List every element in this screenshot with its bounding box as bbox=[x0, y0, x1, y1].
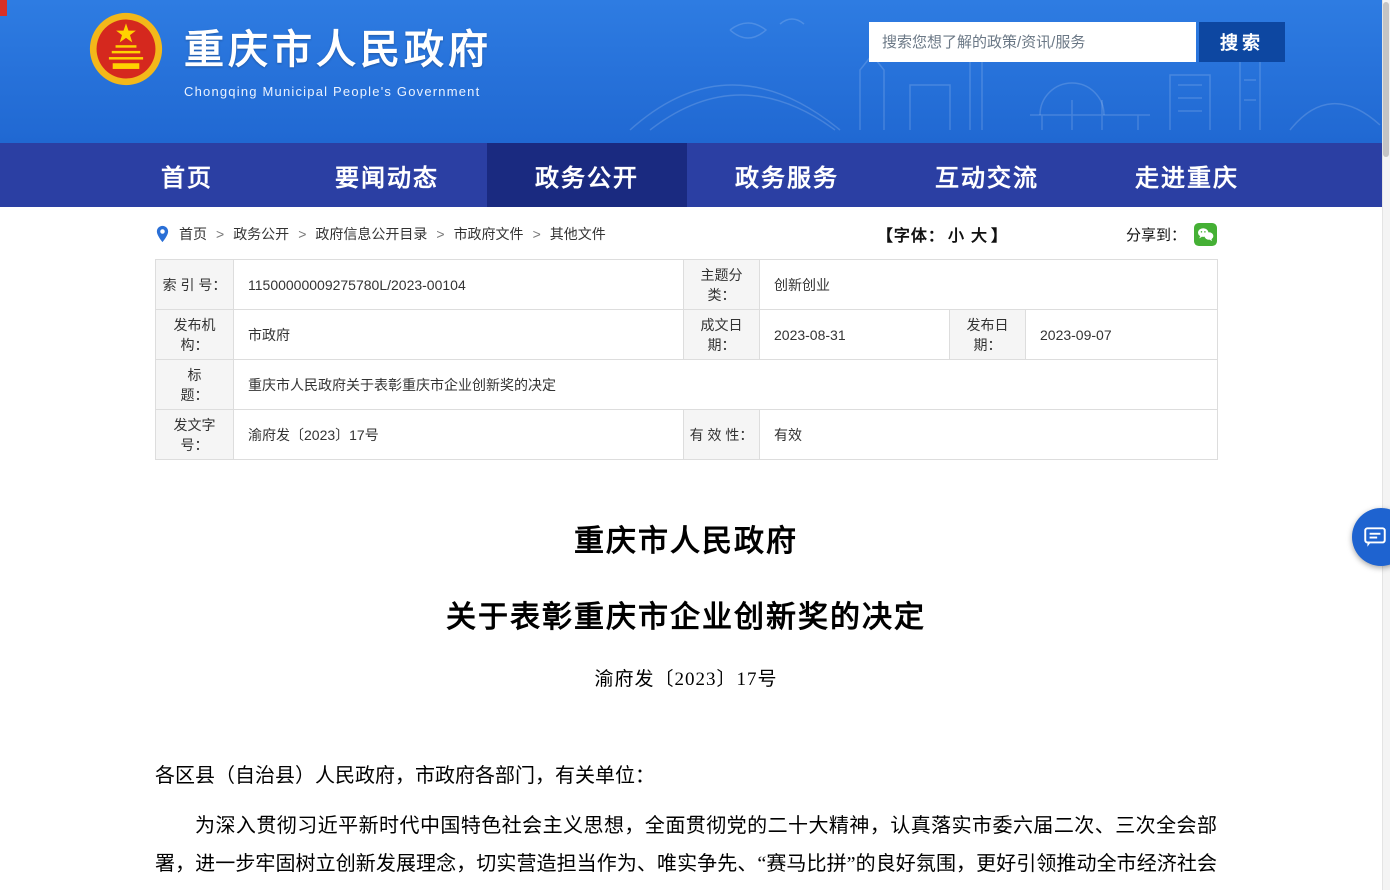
meta-written-date-label: 成文日期： bbox=[684, 310, 760, 360]
font-large-button[interactable]: 大 bbox=[971, 228, 988, 245]
meta-agency-label: 发布机构： bbox=[156, 310, 234, 360]
meta-written-date-value: 2023-08-31 bbox=[760, 310, 950, 360]
header-search: 搜索 bbox=[869, 22, 1285, 62]
main-nav-items: 首页 要闻动态 政务公开 政务服务 互动交流 走进重庆 bbox=[87, 143, 1287, 207]
site-header: 重庆市人民政府 Chongqing Municipal People's Gov… bbox=[0, 0, 1390, 143]
breadcrumb-item-other-documents[interactable]: 其他文件 bbox=[524, 224, 606, 244]
meta-index-label: 索 引 号： bbox=[156, 260, 234, 310]
search-button[interactable]: 搜索 bbox=[1199, 22, 1285, 62]
meta-row-4: 发文字号： 渝府发〔2023〕17号 有 效 性： 有效 bbox=[156, 410, 1218, 460]
meta-title-value: 重庆市人民政府关于表彰重庆市企业创新奖的决定 bbox=[234, 360, 1218, 410]
national-emblem-icon bbox=[88, 11, 164, 87]
document-meta-table: 索 引 号： 11500000009275780L/2023-00104 主题分… bbox=[155, 259, 1218, 460]
article-title-line2: 关于表彰重庆市企业创新奖的决定 bbox=[155, 592, 1217, 636]
article-title-line1: 重庆市人民政府 bbox=[155, 516, 1217, 560]
meta-publish-date-value: 2023-09-07 bbox=[1026, 310, 1218, 360]
site-title: 重庆市人民政府 bbox=[184, 17, 492, 75]
meta-row-3: 标 题： 重庆市人民政府关于表彰重庆市企业创新奖的决定 bbox=[156, 360, 1218, 410]
meta-agency-value: 市政府 bbox=[234, 310, 684, 360]
meta-publish-date-label: 发布日期： bbox=[950, 310, 1026, 360]
breadcrumb-item-home[interactable]: 首页 bbox=[179, 224, 207, 244]
service-icon bbox=[1362, 524, 1388, 550]
meta-validity-label: 有 效 性： bbox=[684, 410, 760, 460]
nav-item-home[interactable]: 首页 bbox=[87, 143, 287, 207]
article-paragraph: 为深入贯彻习近平新时代中国特色社会主义思想，全面贯彻党的二十大精神，认真落实市委… bbox=[155, 807, 1217, 890]
location-pin-icon bbox=[155, 225, 170, 243]
site-logo[interactable]: 重庆市人民政府 Chongqing Municipal People's Gov… bbox=[88, 11, 492, 99]
site-subtitle: Chongqing Municipal People's Government bbox=[184, 84, 492, 99]
scrollbar-thumb[interactable] bbox=[1383, 2, 1389, 157]
meta-doc-number-label: 发文字号： bbox=[156, 410, 234, 460]
meta-doc-number-value: 渝府发〔2023〕17号 bbox=[234, 410, 684, 460]
breadcrumb-item-city-documents[interactable]: 市政府文件 bbox=[427, 224, 523, 244]
brand-text: 重庆市人民政府 Chongqing Municipal People's Gov… bbox=[184, 11, 492, 99]
share-widget: 分享到： bbox=[1126, 223, 1217, 246]
font-widget-suffix: 】 bbox=[991, 228, 1008, 245]
meta-index-value: 11500000009275780L/2023-00104 bbox=[234, 260, 684, 310]
main-nav: 首页 要闻动态 政务公开 政务服务 互动交流 走进重庆 bbox=[0, 143, 1390, 207]
floating-service-button[interactable] bbox=[1352, 508, 1390, 566]
article: 重庆市人民政府 关于表彰重庆市企业创新奖的决定 渝府发〔2023〕17号 各区县… bbox=[155, 516, 1217, 890]
meta-topic-label: 主题分类： bbox=[684, 260, 760, 310]
main-content: 首页 政务公开 政府信息公开目录 市政府文件 其他文件 【字体：小大】 分享到： bbox=[155, 211, 1217, 890]
article-doc-number: 渝府发〔2023〕17号 bbox=[155, 664, 1217, 691]
meta-row-2: 发布机构： 市政府 成文日期： 2023-08-31 发布日期： 2023-09… bbox=[156, 310, 1218, 360]
nav-item-gov-open[interactable]: 政务公开 bbox=[487, 143, 687, 207]
meta-validity-value: 有效 bbox=[760, 410, 1218, 460]
nav-item-gov-services[interactable]: 政务服务 bbox=[687, 143, 887, 207]
scrollbar[interactable] bbox=[1382, 0, 1390, 890]
breadcrumb-item-info-directory[interactable]: 政府信息公开目录 bbox=[289, 224, 427, 244]
search-input[interactable] bbox=[869, 22, 1196, 62]
meta-row-1: 索 引 号： 11500000009275780L/2023-00104 主题分… bbox=[156, 260, 1218, 310]
font-widget-prefix: 【字体： bbox=[877, 228, 945, 245]
corner-accent bbox=[0, 0, 7, 16]
font-size-widget: 【字体：小大】 bbox=[877, 222, 1008, 246]
wechat-share-icon[interactable] bbox=[1194, 223, 1217, 246]
article-salutation: 各区县（自治县）人民政府，市政府各部门，有关单位： bbox=[155, 757, 1217, 795]
nav-item-discover-chongqing[interactable]: 走进重庆 bbox=[1087, 143, 1287, 207]
meta-title-label: 标 题： bbox=[156, 360, 234, 410]
breadcrumb-item-gov-open[interactable]: 政务公开 bbox=[207, 224, 289, 244]
font-small-button[interactable]: 小 bbox=[948, 228, 965, 245]
breadcrumb: 首页 政务公开 政府信息公开目录 市政府文件 其他文件 【字体：小大】 分享到： bbox=[155, 211, 1217, 257]
nav-item-interaction[interactable]: 互动交流 bbox=[887, 143, 1087, 207]
share-label: 分享到： bbox=[1126, 224, 1186, 245]
meta-topic-value: 创新创业 bbox=[760, 260, 1218, 310]
nav-item-news[interactable]: 要闻动态 bbox=[287, 143, 487, 207]
